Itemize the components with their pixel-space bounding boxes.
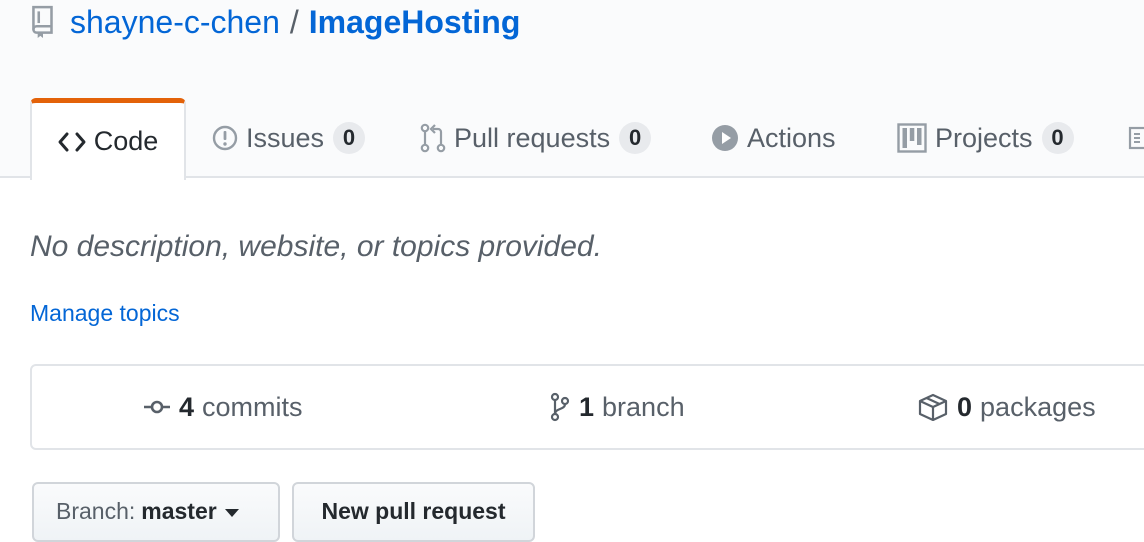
new-pull-request-button[interactable]: New pull request xyxy=(292,482,535,542)
branches-stat-link[interactable]: 1 branch xyxy=(550,366,685,448)
tab-projects[interactable]: Projects 0 xyxy=(897,98,1074,178)
repo-icon xyxy=(32,5,53,38)
commits-label: commits xyxy=(202,391,303,422)
git-pull-request-icon xyxy=(420,123,446,153)
commits-stat-link[interactable]: 4 commits xyxy=(144,366,303,448)
packages-count: 0 xyxy=(957,391,973,422)
branch-select-label: Branch: xyxy=(56,498,136,524)
tab-projects-label: Projects xyxy=(935,122,1033,153)
issues-count-badge: 0 xyxy=(333,122,366,154)
tab-code-label: Code xyxy=(93,126,159,156)
repo-nav-tabs: Code Issues 0 Pull requests 0 Actions Pr… xyxy=(30,98,1144,180)
tab-issues-label: Issues xyxy=(246,122,325,153)
git-branch-icon xyxy=(550,392,570,422)
git-commit-icon xyxy=(144,400,170,414)
tab-issues[interactable]: Issues 0 xyxy=(212,98,366,178)
tab-wiki[interactable] xyxy=(1128,98,1144,178)
repo-path-separator: / xyxy=(289,3,299,40)
projects-count-badge: 0 xyxy=(1041,122,1074,154)
tab-actions[interactable]: Actions xyxy=(711,98,836,178)
branches-count: 1 xyxy=(579,391,595,422)
repo-description: No description, website, or topics provi… xyxy=(30,230,602,263)
packages-stat-link[interactable]: 0 packages xyxy=(918,366,1096,448)
package-icon xyxy=(918,393,948,421)
packages-label: packages xyxy=(980,391,1096,422)
play-icon xyxy=(712,125,738,151)
commits-count: 4 xyxy=(179,391,195,422)
pull-requests-count-badge: 0 xyxy=(619,122,652,154)
caret-down-icon xyxy=(224,509,239,517)
repo-header: shayne-c-chen / ImageHosting Code Issues… xyxy=(0,0,1144,180)
repo-stats-bar: 4 commits 1 branch 0 packages xyxy=(30,364,1144,450)
branch-select-button[interactable]: Branch: master xyxy=(32,482,280,542)
tab-pull-requests[interactable]: Pull requests 0 xyxy=(420,98,652,178)
branches-label: branch xyxy=(602,391,685,422)
tab-actions-label: Actions xyxy=(747,122,836,153)
project-icon xyxy=(897,123,927,153)
branch-select-value: master xyxy=(141,498,217,524)
repo-name-link[interactable]: ImageHosting xyxy=(309,4,521,41)
book-icon xyxy=(1128,126,1144,150)
repo-owner-link[interactable]: shayne-c-chen xyxy=(70,4,280,41)
repo-title: shayne-c-chen / ImageHosting xyxy=(30,2,520,42)
tab-code[interactable]: Code xyxy=(30,98,186,180)
manage-topics-link[interactable]: Manage topics xyxy=(30,300,180,327)
tab-pull-requests-label: Pull requests xyxy=(454,122,611,153)
issue-opened-icon xyxy=(212,125,238,151)
code-icon xyxy=(58,132,86,151)
